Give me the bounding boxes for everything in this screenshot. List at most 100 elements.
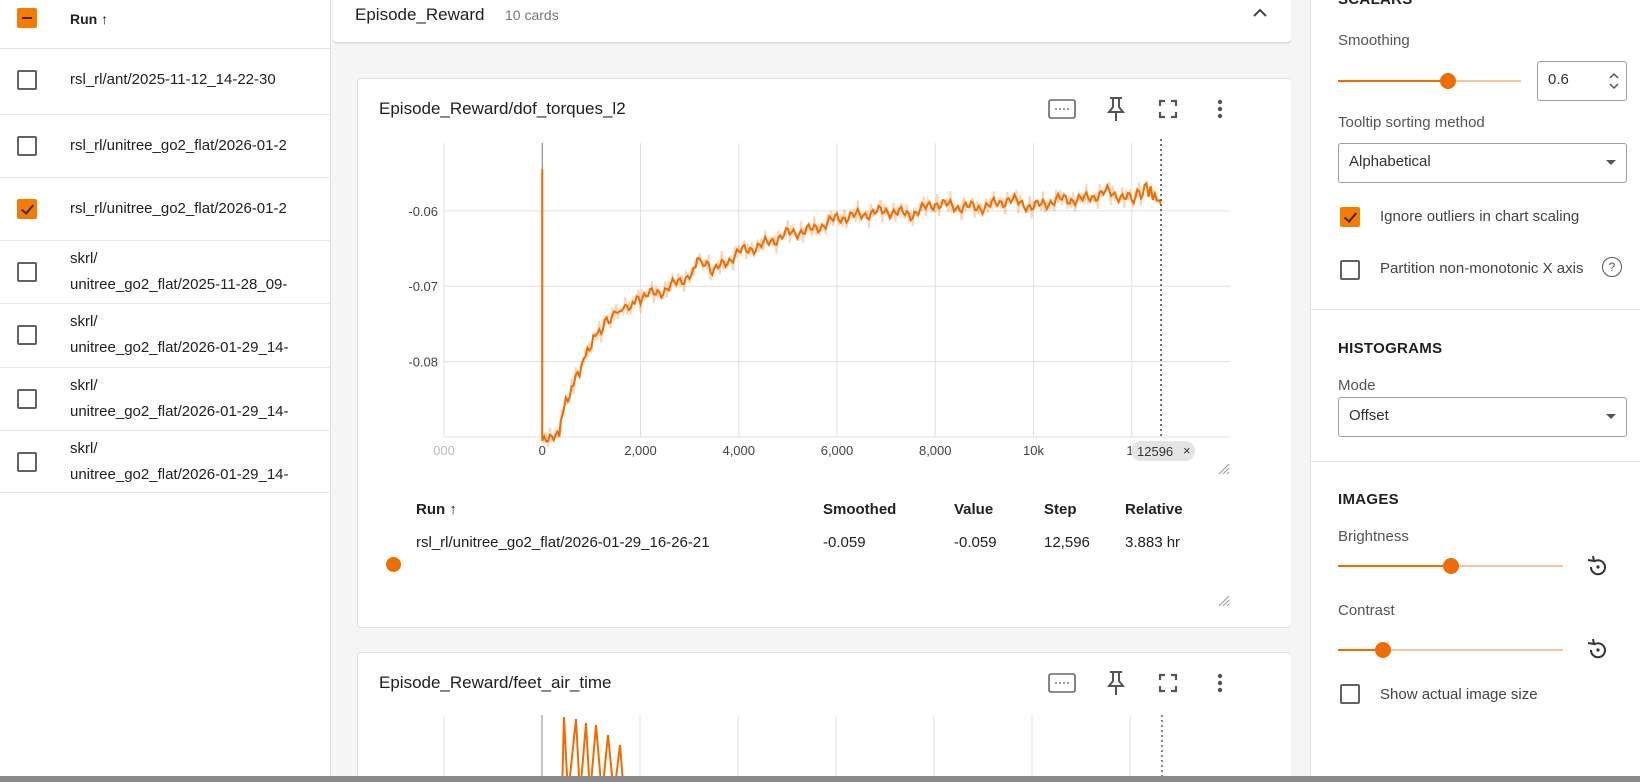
run-name: unitree_go2_flat/2026-01-29_14-: [70, 403, 289, 420]
reset-contrast-icon[interactable]: [1585, 637, 1611, 663]
histograms-section-title: HISTOGRAMS: [1338, 340, 1443, 357]
run-checkbox[interactable]: [17, 199, 37, 219]
run-row[interactable]: skrl/unitree_go2_flat/2025-11-28_09-: [0, 240, 330, 304]
actual-size-checkbox[interactable]: [1340, 684, 1360, 704]
run-row[interactable]: rsl_rl/unitree_go2_flat/2026-01-2: [0, 177, 330, 241]
x-tick-label: 2,000: [624, 443, 657, 458]
main-area: Episode_Reward 10 cards Episode_Reward/d…: [333, 0, 1291, 782]
step-cursor-label: 12596: [1137, 444, 1173, 459]
group-count: 10 cards: [505, 7, 559, 23]
settings-panel: SCALARS Smoothing 0.6 Tooltip sorting me…: [1310, 0, 1640, 782]
spinner-arrows-icon: [1609, 72, 1619, 90]
table-cell-value: -0.059: [954, 534, 997, 551]
table-header-relative: Relative: [1125, 501, 1183, 518]
partition-label: Partition non-monotonic X axis: [1380, 260, 1584, 277]
select-all-checkbox[interactable]: [17, 8, 37, 28]
scalars-section-title: SCALARS: [1338, 0, 1413, 8]
run-name: rsl_rl/unitree_go2_flat/2026-01-2: [70, 200, 287, 217]
card-title: Episode_Reward/feet_air_time: [379, 673, 612, 692]
table-cell-relative: 3.883 hr: [1125, 534, 1181, 551]
pin-icon[interactable]: [1100, 93, 1132, 125]
scalar-card-feet-air-time: Episode_Reward/feet_air_time: [357, 652, 1291, 782]
tooltip-sorting-label: Tooltip sorting method: [1338, 114, 1485, 131]
x-tick-label: 000: [433, 443, 455, 458]
group-header[interactable]: Episode_Reward 10 cards: [333, 0, 1291, 42]
smoothing-value: 0.6: [1548, 71, 1569, 88]
run-row[interactable]: rsl_rl/ant/2025-11-12_14-22-30: [0, 48, 330, 115]
run-name: skrl/: [70, 377, 98, 394]
dropdown-arrow-icon: [1606, 414, 1616, 419]
pin-icon[interactable]: [1100, 667, 1132, 699]
step-cursor-close-icon[interactable]: ×: [1183, 443, 1191, 458]
run-checkbox[interactable]: [17, 136, 37, 156]
card-title: Episode_Reward/dof_torques_l2: [379, 99, 626, 118]
series-smoothed-line: [541, 169, 1162, 443]
taskbar-strip: [0, 776, 1640, 782]
run-row[interactable]: skrl/unitree_go2_flat/2026-01-29_14-: [0, 303, 330, 368]
more-menu-icon[interactable]: [1204, 93, 1236, 125]
line-chart-preview[interactable]: [376, 715, 1236, 782]
run-checkbox[interactable]: [17, 452, 37, 472]
fullscreen-icon[interactable]: [1152, 93, 1184, 125]
run-name: unitree_go2_flat/2026-01-29_14-: [70, 339, 289, 356]
run-row[interactable]: skrl/unitree_go2_flat/2026-01-29_14-: [0, 367, 330, 431]
run-name: rsl_rl/ant/2025-11-12_14-22-30: [70, 71, 276, 88]
y-tick-label: -0.06: [408, 204, 438, 219]
chart-resize-handle[interactable]: [1216, 461, 1230, 475]
table-cell-step: 12,596: [1044, 534, 1090, 551]
x-tick-label: 0: [539, 443, 546, 458]
x-tick-label: 4,000: [722, 443, 755, 458]
smoothing-label: Smoothing: [1338, 32, 1410, 49]
run-name: rsl_rl/unitree_go2_flat/2026-01-2: [70, 137, 287, 154]
smoothing-input[interactable]: 0.6: [1537, 61, 1627, 101]
run-name: skrl/: [70, 250, 98, 267]
scalar-card-dof-torques: Episode_Reward/dof_torques_l2 000 0 2,000 4…: [357, 78, 1291, 628]
table-cell-run: rsl_rl/unitree_go2_flat/2026-01-29_16-26…: [416, 534, 710, 551]
histogram-mode-value: Offset: [1349, 407, 1389, 424]
contrast-label: Contrast: [1338, 602, 1395, 619]
run-name: unitree_go2_flat/2026-01-29_14-: [70, 466, 289, 483]
card-resize-handle[interactable]: [1216, 593, 1230, 607]
run-checkbox[interactable]: [17, 325, 37, 345]
partition-checkbox[interactable]: [1340, 260, 1360, 280]
reset-brightness-icon[interactable]: [1585, 554, 1611, 580]
section-divider: [1311, 461, 1640, 462]
images-section-title: IMAGES: [1338, 491, 1399, 508]
x-tick-label: 6,000: [821, 443, 854, 458]
run-color-dot: [386, 557, 401, 572]
series-line-partial: [561, 716, 624, 782]
group-title: Episode_Reward: [355, 5, 485, 24]
dropdown-arrow-icon: [1606, 160, 1616, 165]
x-tick-label: 8,000: [919, 443, 952, 458]
section-divider: [1311, 309, 1640, 310]
more-menu-icon[interactable]: [1204, 667, 1236, 699]
fit-domain-icon[interactable]: [1046, 667, 1078, 699]
fullscreen-icon[interactable]: [1152, 667, 1184, 699]
actual-size-label: Show actual image size: [1380, 686, 1538, 703]
fit-domain-icon[interactable]: [1046, 93, 1078, 125]
brightness-label: Brightness: [1338, 528, 1409, 545]
help-icon[interactable]: ?: [1602, 257, 1622, 277]
collapse-chevron-icon[interactable]: [1251, 4, 1269, 28]
histogram-mode-select[interactable]: Offset: [1338, 397, 1627, 437]
x-tick-label: 10k: [1023, 443, 1044, 458]
runs-sort-header[interactable]: Run ↑: [70, 11, 108, 27]
run-name: unitree_go2_flat/2025-11-28_09-: [70, 276, 288, 293]
run-row[interactable]: rsl_rl/unitree_go2_flat/2026-01-2: [0, 114, 330, 178]
line-chart[interactable]: 00002,0004,0006,0008,00010k1:-0.06-0.07-…: [376, 139, 1236, 479]
ignore-outliers-label: Ignore outliers in chart scaling: [1380, 208, 1580, 225]
ignore-outliers-checkbox[interactable]: [1340, 207, 1360, 227]
mode-label: Mode: [1338, 377, 1376, 394]
table-cell-smoothed: -0.059: [823, 534, 866, 551]
run-checkbox[interactable]: [17, 262, 37, 282]
y-tick-label: -0.07: [408, 279, 438, 294]
tooltip-sorting-value: Alphabetical: [1349, 153, 1431, 170]
run-name: skrl/: [70, 313, 98, 330]
run-row[interactable]: skrl/unitree_go2_flat/2026-01-29_14-: [0, 430, 330, 493]
table-header-run[interactable]: Run ↑: [416, 501, 457, 518]
table-header-smoothed: Smoothed: [823, 501, 897, 518]
y-tick-label: -0.08: [408, 355, 438, 370]
run-checkbox[interactable]: [17, 70, 37, 90]
tooltip-sorting-select[interactable]: Alphabetical: [1338, 143, 1627, 183]
run-checkbox[interactable]: [17, 389, 37, 409]
